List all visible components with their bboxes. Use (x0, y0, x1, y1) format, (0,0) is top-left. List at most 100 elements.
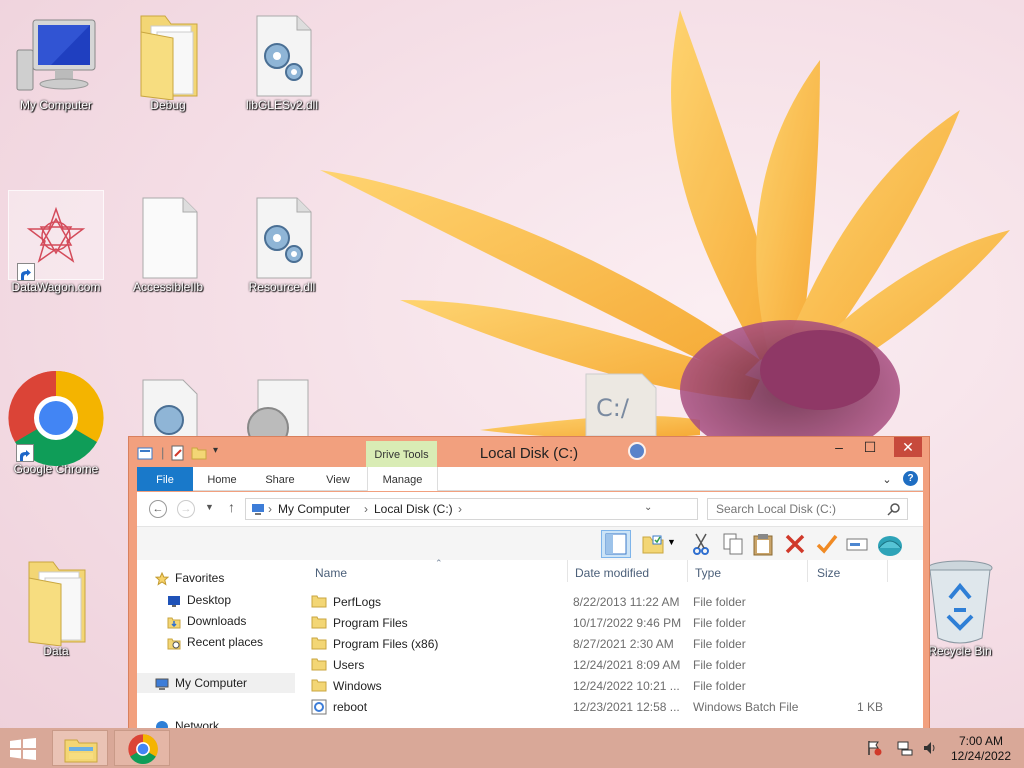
file-name: Program Files (333, 616, 408, 630)
desktop-icon-resource-dll[interactable]: Resource.dll (234, 190, 330, 294)
file-date: 12/24/2022 10:21 ... (573, 679, 680, 693)
address-bar[interactable]: › My Computer › Local Disk (C:) › ⌄ ⟳ (245, 498, 793, 520)
column-header-type[interactable]: Type (695, 566, 721, 580)
column-header-date-modified[interactable]: Date modified (575, 566, 649, 580)
close-button[interactable]: ✕ (894, 437, 922, 457)
folder-icon (28, 561, 86, 646)
desktop-icon-data[interactable]: Data (8, 554, 104, 658)
tab-view[interactable]: View (315, 467, 361, 491)
file-type: File folder (693, 658, 746, 672)
start-button[interactable] (8, 738, 38, 763)
column-separator[interactable] (887, 560, 888, 582)
tab-home[interactable]: Home (197, 467, 247, 491)
folder-options-icon[interactable] (641, 532, 665, 556)
breadcrumb-separator: › (364, 502, 368, 516)
tab-file[interactable]: File (137, 467, 193, 491)
help-icon[interactable]: ? (903, 471, 918, 486)
taskbar-chrome-button[interactable] (114, 730, 170, 766)
title-bar[interactable]: | ▾ Drive Tools Local Disk (C:) – ☐ ✕ (129, 437, 929, 467)
file-row[interactable]: reboot 12/23/2021 12:58 ... Windows Batc… (303, 697, 903, 718)
maximize-button[interactable]: ☐ (855, 437, 885, 457)
desktop-icon (168, 595, 180, 607)
file-row[interactable]: Users 12/24/2021 8:09 AM File folder (303, 655, 903, 676)
address-row: ← → ▼ ↑ › My Computer › Local Disk (C:) … (137, 492, 923, 526)
recent-locations-dropdown-icon[interactable]: ▼ (205, 502, 214, 512)
file-name: PerfLogs (333, 595, 382, 609)
minimize-button[interactable]: – (824, 437, 854, 457)
file-row[interactable]: Program Files 10/17/2022 9:46 PM File fo… (303, 613, 903, 634)
column-separator[interactable] (687, 560, 688, 582)
desktop-icon-label: Data (43, 644, 69, 658)
tab-share[interactable]: Share (257, 467, 303, 491)
folder-icon (140, 15, 198, 100)
desktop-icon-google-chrome[interactable]: Google Chrome (8, 370, 104, 476)
system-clock[interactable]: 7:00 AM 12/24/2022 (946, 734, 1016, 764)
tab-manage[interactable]: Manage (367, 467, 438, 491)
address-dropdown-icon[interactable]: ⌄ (644, 502, 652, 513)
computer-icon (155, 678, 169, 690)
desktop-icon-accessible[interactable]: AccessibleIlb (120, 190, 216, 294)
network-status-icon[interactable] (896, 740, 914, 759)
forward-button[interactable]: → (177, 500, 195, 518)
file-date: 12/23/2021 12:58 ... (573, 700, 680, 714)
search-icon[interactable] (887, 502, 901, 516)
dll-file-icon (256, 197, 312, 279)
search-input[interactable] (708, 499, 878, 519)
nav-recent-places-label: Recent places (187, 635, 264, 649)
column-separator[interactable] (567, 560, 568, 582)
generic-file-icon (142, 197, 198, 279)
desktop-icon-label: My Computer (19, 98, 93, 112)
clock-time: 7:00 AM (958, 734, 1004, 748)
volume-icon[interactable] (922, 740, 938, 759)
expand-ribbon-chevron-icon[interactable]: ⌄ (879, 467, 895, 491)
navigation-pane: Favorites Desktop Downloads Recent place… (137, 560, 295, 736)
column-header-size[interactable]: Size (817, 566, 840, 580)
desktop-icon-label: Debug (150, 98, 186, 112)
command-toolbar: ▼ (137, 526, 923, 560)
breadcrumb-my-computer[interactable]: My Computer (278, 502, 350, 516)
taskbar: 7:00 AM 12/24/2022 (0, 728, 1024, 768)
desktop-icon-datawagon[interactable]: DataWagon.com (8, 190, 104, 294)
desktop-icon-libglesv2[interactable]: libGLESv2.dll (234, 8, 330, 112)
nav-favorites[interactable]: Favorites (154, 571, 225, 586)
action-center-flag-icon[interactable] (866, 740, 882, 759)
column-separator[interactable] (807, 560, 808, 582)
copy-icon[interactable] (721, 532, 745, 556)
ribbon-tabs: File Home Share View Manage ⌄ ? (137, 467, 923, 491)
cut-icon[interactable] (689, 532, 713, 556)
options-dropdown-icon[interactable]: ▼ (667, 537, 679, 561)
taskbar-file-explorer-button[interactable] (52, 730, 108, 766)
shortcut-arrow-icon (16, 444, 34, 462)
delete-icon[interactable] (783, 532, 807, 556)
dll-file-icon (256, 15, 312, 97)
folder-icon (311, 615, 327, 632)
folder-icon (311, 678, 327, 695)
rename-icon[interactable] (845, 532, 869, 556)
search-box[interactable] (707, 498, 908, 520)
breadcrumb-local-disk[interactable]: Local Disk (C:) (374, 502, 453, 516)
file-name: reboot (333, 700, 368, 714)
nav-downloads-label: Downloads (187, 614, 247, 628)
desktop-icon-debug[interactable]: Debug (120, 8, 216, 112)
file-row[interactable]: Windows 12/24/2022 10:21 ... File folder (303, 676, 903, 697)
nav-desktop[interactable]: Desktop (167, 593, 231, 608)
nav-my-computer[interactable]: My Computer (137, 673, 295, 693)
file-row[interactable]: PerfLogs 8/22/2013 11:22 AM File folder (303, 592, 903, 613)
layout-pane-button[interactable] (601, 530, 631, 558)
paste-icon[interactable] (751, 532, 775, 556)
column-header-name[interactable]: Name (315, 566, 347, 580)
desktop-icon-my-computer[interactable]: My Computer (8, 8, 104, 112)
file-type: File folder (693, 679, 746, 693)
checkmark-icon[interactable] (815, 532, 839, 556)
drag-ghost-item: C:/ (584, 372, 658, 437)
file-explorer-window[interactable]: | ▾ Drive Tools Local Disk (C:) – ☐ ✕ Fi… (128, 436, 930, 736)
nav-recent-places[interactable]: Recent places (167, 635, 263, 650)
nav-favorites-label: Favorites (175, 571, 225, 585)
file-type: File folder (693, 595, 746, 609)
nav-downloads[interactable]: Downloads (167, 614, 246, 629)
file-date: 12/24/2021 8:09 AM (573, 658, 681, 672)
shell-icon[interactable] (877, 532, 902, 556)
back-button[interactable]: ← (149, 500, 167, 518)
up-button[interactable]: ↑ (228, 499, 235, 515)
file-row[interactable]: Program Files (x86) 8/27/2021 2:30 AM Fi… (303, 634, 903, 655)
